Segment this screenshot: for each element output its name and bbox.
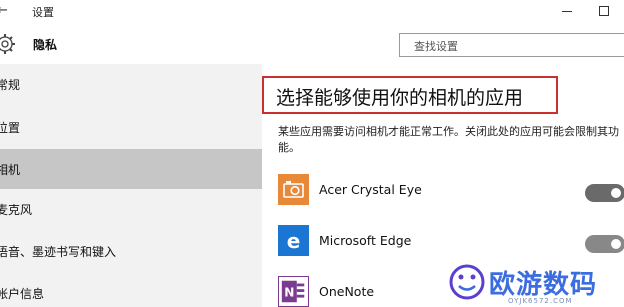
sidebar-item-label: 麦克风 (0, 203, 33, 217)
search-placeholder: 查找设置 (414, 40, 458, 53)
back-arrow-icon[interactable]: ← (0, 3, 8, 18)
sidebar-item-speech-inking-typing[interactable]: 语音、墨迹书写和键入 (0, 231, 262, 271)
watermark-subtext: OYJK6572.COM (508, 297, 573, 305)
edge-icon: e (278, 225, 309, 256)
app-row-acer-crystal-eye: Acer Crystal Eye (278, 174, 624, 214)
page-title-text: 选择能够使用你的相机的应用 (276, 87, 524, 109)
watermark: 欧游数码 OYJK6572.COM (447, 258, 624, 307)
camera-access-toggle[interactable] (585, 235, 624, 253)
sidebar-item-label: 帐户信息 (0, 287, 45, 301)
window-title: 设置 (32, 6, 54, 19)
sidebar-item-microphone[interactable]: 麦克风 (0, 189, 262, 229)
page-title: 选择能够使用你的相机的应用 (262, 76, 558, 114)
sidebar-item-camera[interactable]: 相机 (0, 149, 262, 189)
app-name: Acer Crystal Eye (319, 182, 422, 197)
sidebar-item-location[interactable]: 位置 (0, 107, 262, 147)
svg-text:e: e (287, 229, 301, 253)
sidebar-item-account-info[interactable]: 帐户信息 (0, 273, 262, 307)
maximize-button[interactable] (597, 4, 610, 17)
minimize-button[interactable] (557, 2, 577, 20)
svg-text:N: N (284, 286, 294, 300)
sidebar-item-general[interactable]: 常规 (0, 64, 262, 104)
watermark-text: 欧游数码 (489, 270, 598, 300)
camera-app-icon (278, 174, 309, 205)
description-text: 某些应用需要访问相机才能正常工作。关闭此处的应用可能会限制其功能。 (278, 125, 619, 154)
watermark-logo-icon (449, 264, 485, 300)
section-title: 隐私 (33, 38, 58, 52)
sidebar-item-label: 位置 (0, 121, 21, 135)
title-bar: ← 设置 (0, 0, 624, 24)
sidebar: 常规 位置 相机 麦克风 语音、墨迹书写和键入 帐户信息 (0, 64, 262, 307)
sidebar-item-label: 相机 (0, 163, 21, 177)
search-input[interactable]: 查找设置 (399, 33, 624, 57)
gear-icon (0, 34, 15, 54)
app-name: Microsoft Edge (319, 233, 412, 248)
sidebar-item-label: 语音、墨迹书写和键入 (0, 245, 117, 259)
camera-access-toggle[interactable] (585, 184, 624, 202)
app-name: OneNote (319, 284, 375, 299)
onenote-icon: N (278, 276, 309, 307)
sidebar-item-label: 常规 (0, 78, 21, 92)
